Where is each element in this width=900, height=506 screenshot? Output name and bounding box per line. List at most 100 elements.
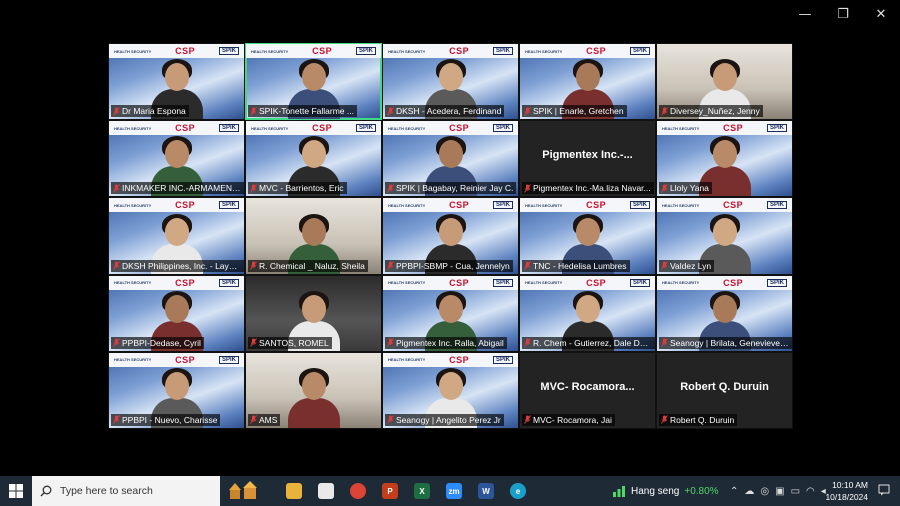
csp-logo: CSP	[586, 200, 607, 211]
virtual-background-banner: HEALTH SECURITY CSP SPIK	[383, 352, 518, 367]
excel-icon: X	[414, 483, 430, 499]
file-explorer-icon	[286, 483, 302, 499]
virtual-background-banner: HEALTH SECURITY CSP SPIK	[109, 352, 244, 367]
virtual-background-banner: HEALTH SECURITY CSP SPIK	[109, 275, 244, 290]
start-button[interactable]	[0, 476, 32, 506]
participant-tile[interactable]: Robert Q. Duruin Robert Q. Duruin	[656, 351, 793, 429]
participant-tile[interactable]: HEALTH SECURITY CSP SPIK SPIK | Enarle, Gre…	[519, 43, 656, 121]
participant-tile[interactable]: Diversey_Nuñez, Jenny	[656, 43, 793, 121]
stock-ticker[interactable]: Hang seng +0.80%	[612, 476, 719, 506]
spik-logo: SPIK	[218, 201, 239, 210]
participant-name: PPBPI-Dedase, Cyril	[122, 337, 201, 348]
muted-mic-icon	[387, 338, 394, 348]
muted-mic-icon	[250, 184, 257, 193]
spik-logo: SPIK	[492, 355, 513, 364]
participant-tile[interactable]: HEALTH SECURITY CSP SPIK SPIK | Bagabay, Re…	[382, 120, 519, 198]
participant-tile[interactable]: HEALTH SECURITY CSP SPIK Dr Maria Espona	[108, 43, 245, 121]
participant-tile[interactable]: HEALTH SECURITY CSP SPIK DKSH - Acedera, Fe…	[382, 43, 519, 121]
participant-tile[interactable]: HEALTH SECURITY CSP SPIK PPBPI - Nuevo, Cha…	[108, 351, 245, 429]
word-app-button[interactable]: W	[470, 476, 502, 506]
participant-tile[interactable]: HEALTH SECURITY CSP SPIK DKSH Philippines, …	[108, 197, 245, 275]
participant-tile[interactable]: HEALTH SECURITY CSP SPIK PPBPI-SBMP - Cua, …	[382, 197, 519, 275]
participant-tile[interactable]: Pigmentex Inc.-... Pigmentex Inc.-Ma.liza…	[519, 120, 656, 198]
participant-name-label: TNC - Hedelisa Lumbres	[522, 259, 630, 272]
virtual-background-banner: HEALTH SECURITY CSP SPIK	[657, 121, 792, 136]
banner-logo-text: HEALTH SECURITY	[525, 280, 563, 286]
participant-name: AMS	[259, 414, 278, 425]
banner-logo-text: HEALTH SECURITY	[662, 202, 700, 208]
wifi-icon[interactable]: ◠	[806, 486, 815, 497]
spik-logo: SPIK	[766, 278, 787, 287]
participant-tile[interactable]: HEALTH SECURITY CSP SPIK TNC - Hedelisa Lum…	[519, 197, 656, 275]
spik-logo: SPIK	[218, 47, 239, 55]
participant-name: MVC - Barrientos, Eric	[259, 183, 344, 194]
banner-logo-text: HEALTH SECURITY	[388, 48, 426, 54]
csp-logo: CSP	[586, 277, 607, 288]
csp-logo: CSP	[449, 277, 470, 288]
onedrive-icon[interactable]: ☁	[744, 486, 754, 497]
muted-mic-icon	[524, 415, 531, 425]
participant-name-label: SPIK-Tonette Fallarme ...	[248, 105, 357, 118]
clock-date: 10/18/2024	[825, 492, 868, 502]
participant-name: PPBPI-SBMP - Cua, Jennelyn	[396, 260, 510, 271]
participant-name-label: MVC- Rocamora, Jai	[522, 413, 615, 426]
muted-mic-icon	[387, 106, 394, 116]
word-icon: W	[478, 483, 494, 499]
spik-logo: SPIK	[492, 124, 513, 133]
participant-tile[interactable]: HEALTH SECURITY CSP SPIK Seanogy | Angelito…	[382, 351, 519, 429]
chrome-app-button[interactable]	[342, 476, 374, 506]
muted-mic-icon	[387, 184, 394, 193]
taskbar-search[interactable]: Type here to search	[32, 476, 220, 506]
muted-mic-icon	[661, 184, 668, 193]
participant-name: SPIK | Enarle, Gretchen	[533, 106, 624, 117]
chrome-icon	[350, 483, 366, 499]
muted-mic-icon	[113, 184, 120, 193]
edge-app-button[interactable]: e	[502, 476, 534, 506]
participant-tile[interactable]: HEALTH SECURITY CSP SPIK Pigmentex Inc. Ral…	[382, 274, 519, 352]
battery-icon[interactable]: ▭	[791, 486, 800, 497]
news-widget-icon[interactable]	[220, 476, 272, 506]
participant-tile[interactable]: R. Chemical _ Naluz, Sheila	[245, 197, 382, 275]
muted-mic-icon	[524, 261, 531, 270]
spik-logo: SPIK	[629, 47, 650, 55]
zoom-app-button[interactable]: zm	[438, 476, 470, 506]
participant-tile[interactable]: HEALTH SECURITY CSP SPIK Lloly Yana	[656, 120, 793, 198]
participant-tile[interactable]: MVC- Rocamora... MVC- Rocamora, Jai	[519, 351, 656, 429]
participant-display-name: Robert Q. Duruin	[680, 380, 769, 393]
participant-tile[interactable]: HEALTH SECURITY CSP SPIK INKMAKER INC.-ARMA…	[108, 120, 245, 198]
restore-button[interactable]: ❐	[824, 0, 862, 28]
file-explorer-app-button[interactable]	[278, 476, 310, 506]
muted-mic-icon	[250, 106, 257, 116]
minimize-button[interactable]: —	[786, 0, 824, 28]
participant-tile[interactable]: AMS	[245, 351, 382, 429]
virtual-background-banner: HEALTH SECURITY CSP SPIK	[383, 44, 518, 58]
csp-logo: CSP	[723, 200, 744, 211]
security-icon[interactable]: ◎	[760, 486, 769, 497]
participant-tile[interactable]: SANTOS, ROMEL	[245, 274, 382, 352]
notepad-app-button[interactable]	[310, 476, 342, 506]
csp-logo: CSP	[449, 200, 470, 211]
csp-logo: CSP	[449, 354, 470, 365]
muted-mic-icon	[113, 338, 120, 348]
camera-icon[interactable]: ▣	[775, 486, 784, 497]
virtual-background-banner: HEALTH SECURITY CSP SPIK	[657, 275, 792, 290]
participant-tile[interactable]: HEALTH SECURITY CSP SPIK PPBPI-Dedase, Cyri…	[108, 274, 245, 352]
chevron-up-icon[interactable]: ⌃	[730, 486, 738, 497]
clock[interactable]: 10:10 AM 10/18/2024	[822, 479, 868, 503]
banner-logo-text: HEALTH SECURITY	[114, 125, 152, 131]
participant-name-label: SANTOS, ROMEL	[248, 336, 332, 349]
virtual-background-banner: HEALTH SECURITY CSP SPIK	[520, 198, 655, 213]
excel-app-button[interactable]: X	[406, 476, 438, 506]
participant-tile[interactable]: HEALTH SECURITY CSP SPIK R. Chem - Gutierre…	[519, 274, 656, 352]
powerpoint-app-button[interactable]: P	[374, 476, 406, 506]
participant-name-label: Lloly Yana	[659, 182, 712, 195]
participant-tile[interactable]: HEALTH SECURITY CSP SPIK SPIK-Tonette Falla…	[245, 43, 382, 121]
spik-logo: SPIK	[629, 201, 650, 210]
edge-icon: e	[510, 483, 526, 499]
close-button[interactable]: ✕	[862, 0, 900, 28]
participant-tile[interactable]: HEALTH SECURITY CSP SPIK Valdez Lyn	[656, 197, 793, 275]
notification-icon[interactable]	[878, 484, 890, 496]
participant-name: Seanogy | Brilata, Genevieve ...	[670, 337, 789, 348]
participant-tile[interactable]: HEALTH SECURITY CSP SPIK Seanogy | Brilata,…	[656, 274, 793, 352]
participant-tile[interactable]: HEALTH SECURITY CSP SPIK MVC - Barrientos, …	[245, 120, 382, 198]
